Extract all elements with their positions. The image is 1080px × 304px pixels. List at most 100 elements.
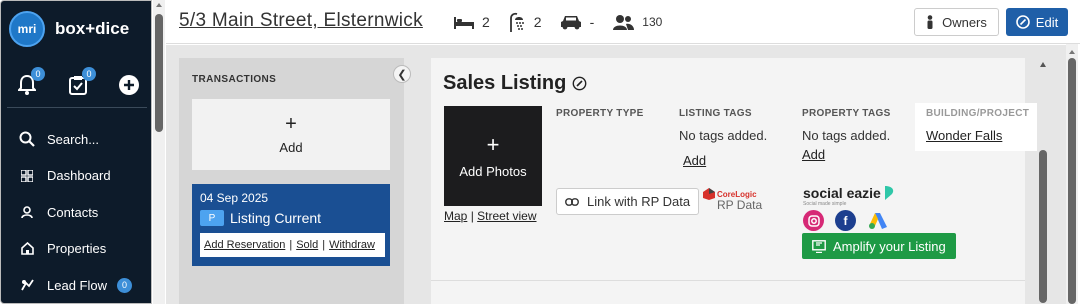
plus-icon: +	[486, 131, 500, 157]
transaction-actions: Add Reservation | Sold | Withdraw	[200, 233, 385, 257]
building-project-heading: BUILDING/PROJECT	[926, 108, 1030, 119]
listing-title: Sales Listing	[443, 72, 587, 95]
search-icon	[19, 131, 35, 148]
street-view-link[interactable]: Street view	[477, 209, 536, 223]
rp-data-text: RP Data	[717, 198, 763, 212]
mri-logo: mri	[9, 11, 45, 47]
sidebar-item-label: Contacts	[47, 204, 99, 220]
contacts-icon	[19, 204, 35, 220]
megaphone-screen-icon	[812, 239, 826, 253]
scroll-up-arrow-icon[interactable]	[1069, 50, 1075, 54]
withdraw-link[interactable]: Withdraw	[329, 239, 375, 251]
property-stats: 2 2 - 130	[454, 12, 680, 32]
brand-name: box+dice	[55, 19, 130, 38]
notifications-button[interactable]: 0	[15, 67, 45, 97]
sidebar-item-label: Dashboard	[47, 168, 111, 184]
social-eazie-mark-icon	[884, 186, 893, 200]
bathrooms-value: 2	[533, 14, 542, 30]
lead-flow-badge: 0	[116, 277, 132, 293]
tasks-button[interactable]: 0	[66, 67, 96, 97]
scroll-up-arrow-icon[interactable]	[1040, 62, 1046, 67]
create-button[interactable]	[117, 73, 141, 97]
transactions-title: TRANSACTIONS	[192, 74, 277, 85]
sidebar-item-dashboard[interactable]: Dashboard	[1, 158, 153, 195]
property-type-heading: PROPERTY TYPE	[556, 108, 644, 119]
property-address[interactable]: 5/3 Main Street, Elsternwick	[179, 10, 423, 32]
property-header: 5/3 Main Street, Elsternwick 2 2 - 130 O…	[166, 0, 1080, 44]
amplify-listing-button[interactable]: Amplify your Listing	[802, 233, 956, 259]
building-project-link[interactable]: Wonder Falls	[926, 128, 1002, 143]
scroll-thumb[interactable]	[155, 14, 163, 132]
transaction-card[interactable]: 04 Sep 2025 P Listing Current Add Reserv…	[192, 184, 390, 266]
car-icon	[560, 16, 581, 30]
transaction-status-row: P Listing Current	[200, 210, 321, 226]
link-rp-data-button[interactable]: Link with RP Data	[556, 188, 699, 215]
link-separator: |	[470, 209, 474, 223]
sold-link[interactable]: Sold	[296, 239, 318, 251]
plus-circle-icon	[119, 75, 139, 95]
add-reservation-link[interactable]: Add Reservation	[204, 239, 285, 251]
transaction-type-badge: P	[200, 210, 224, 226]
sidebar-divider	[7, 107, 147, 108]
sidebar-item-contacts[interactable]: Contacts	[1, 194, 153, 231]
contacts-value: 130	[642, 15, 663, 29]
add-transaction-button[interactable]: + Add	[192, 99, 390, 170]
edit-circle-icon	[1015, 15, 1030, 29]
car-spaces-stat: -	[560, 14, 594, 30]
scroll-thumb[interactable]	[1039, 150, 1047, 303]
edit-circle-icon[interactable]	[572, 76, 587, 91]
action-separator: |	[289, 239, 293, 251]
dashboard-icon	[19, 168, 35, 184]
shower-icon	[509, 12, 524, 32]
listing-divider	[431, 280, 1025, 281]
sidebar-item-search[interactable]: Search...	[1, 121, 153, 158]
bedrooms-stat: 2	[454, 14, 490, 30]
notifications-badge: 0	[31, 67, 45, 81]
sidebar-quick-actions: 0 0	[15, 67, 141, 97]
bed-icon	[454, 17, 474, 29]
listing-title-text: Sales Listing	[443, 72, 567, 94]
person-icon	[927, 15, 933, 29]
property-tags-heading: PROPERTY TAGS	[802, 108, 891, 119]
page-scrollbar[interactable]	[1066, 44, 1078, 304]
add-transaction-label: Add	[279, 140, 303, 155]
logo[interactable]: mri box+dice	[9, 11, 129, 47]
people-icon	[613, 15, 635, 30]
sidebar: mri box+dice 0 0 Search... Dashboard Con…	[0, 0, 152, 304]
add-listing-tags-link[interactable]: Add	[683, 153, 706, 168]
corelogic-logo: CoreLogic RP Data	[703, 188, 762, 212]
chevron-left-icon: ❮	[397, 68, 407, 81]
social-icons: f	[803, 210, 899, 231]
add-photos-label: Add Photos	[459, 163, 527, 179]
map-links: Map | Street view	[444, 209, 537, 223]
sidebar-item-label: Properties	[47, 241, 107, 257]
map-link[interactable]: Map	[444, 209, 467, 223]
sidebar-item-lead-flow[interactable]: Lead Flow 0	[1, 267, 153, 304]
listing-tags-heading: LISTING TAGS	[679, 108, 752, 119]
action-separator: |	[322, 239, 326, 251]
contacts-stat: 130	[612, 14, 662, 30]
edit-label: Edit	[1035, 14, 1059, 30]
main-content: TRANSACTIONS + Add 04 Sep 2025 P Listing…	[166, 45, 1078, 304]
scroll-up-arrow-icon[interactable]	[156, 3, 162, 7]
sidebar-item-properties[interactable]: Properties	[1, 231, 153, 268]
transaction-status: Listing Current	[230, 210, 322, 226]
bathrooms-stat: 2	[508, 12, 542, 32]
listing-tags-value: No tags added.	[679, 128, 768, 143]
corelogic-mark-icon	[703, 188, 715, 200]
transaction-date: 04 Sep 2025	[200, 191, 269, 205]
edit-button[interactable]: Edit	[1006, 8, 1068, 36]
transactions-panel: TRANSACTIONS + Add 04 Sep 2025 P Listing…	[179, 58, 404, 304]
add-photos-button[interactable]: + Add Photos	[444, 106, 542, 206]
sidebar-scrollbar[interactable]	[153, 0, 165, 304]
plus-icon: +	[285, 113, 297, 135]
amplify-listing-label: Amplify your Listing	[833, 238, 946, 254]
scroll-thumb[interactable]	[1068, 58, 1076, 304]
collapse-panel-button[interactable]: ❮	[393, 65, 411, 83]
bedrooms-value: 2	[482, 14, 490, 30]
owners-button[interactable]: Owners	[914, 8, 999, 36]
sidebar-item-label: Search...	[47, 131, 100, 147]
link-rp-data-label: Link with RP Data	[587, 194, 691, 209]
content-scrollbar[interactable]	[1036, 55, 1050, 303]
add-property-tags-link[interactable]: Add	[802, 147, 825, 162]
